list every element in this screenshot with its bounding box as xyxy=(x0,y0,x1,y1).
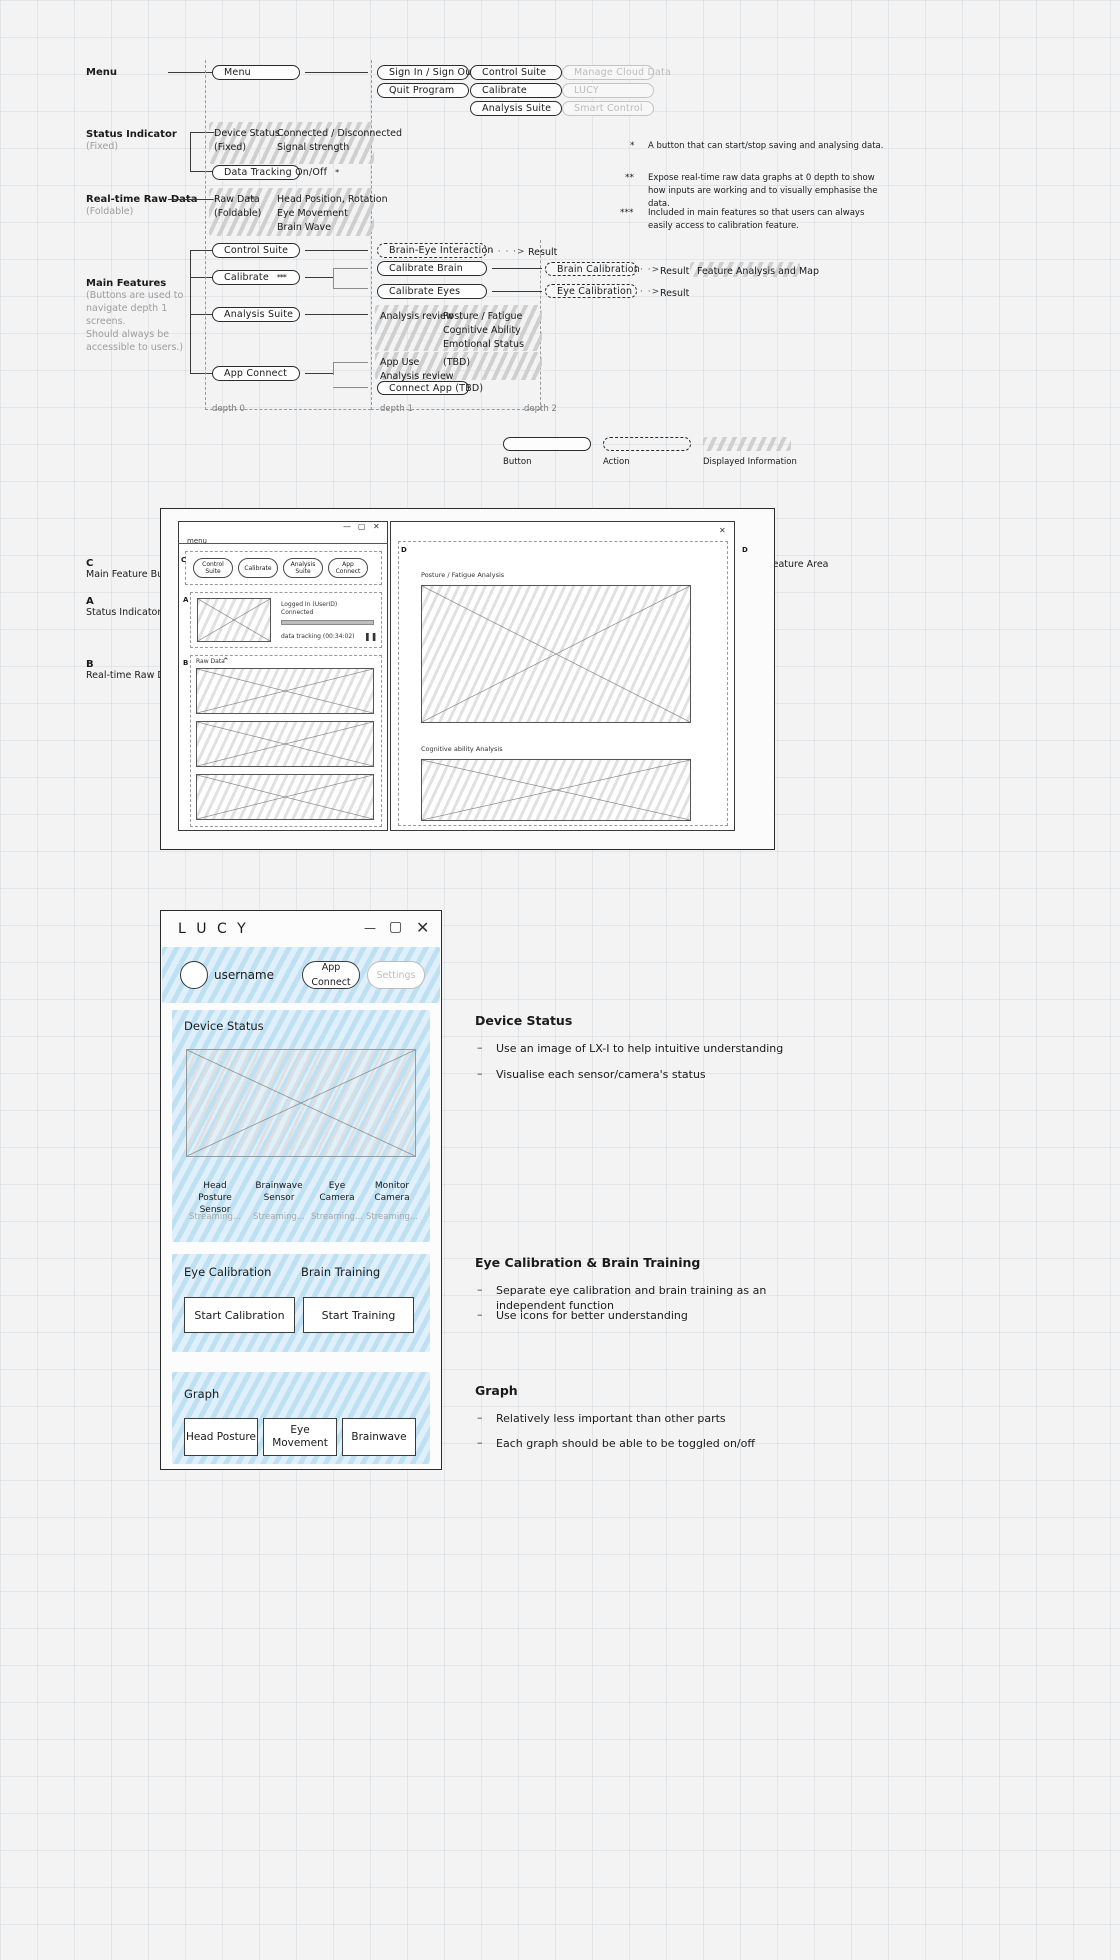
hifi-sensor-1-name: Brainwave Sensor xyxy=(255,1181,303,1203)
hifi-sensor-0-status: Streaming... xyxy=(188,1212,241,1222)
hifi-start-training-label: Start Training xyxy=(321,1308,396,1322)
hifi-sensor-3-status: Streaming... xyxy=(365,1212,418,1222)
hifi-sensor-3-name: Monitor Camera xyxy=(374,1181,410,1203)
hifi-eye-calibration-title: Eye Calibration xyxy=(184,1265,272,1279)
hifi-note-0-dash-1: – xyxy=(477,1067,483,1080)
hifi-note-1-heading: Eye Calibration & Brain Training xyxy=(475,1255,701,1270)
hifi-graph-eye-movement-button[interactable]: Eye Movement xyxy=(263,1418,337,1456)
hifi-maximize-icon[interactable]: ▢ xyxy=(389,919,402,935)
hifi-graph-eye-movement-label: Eye Movement xyxy=(272,1424,328,1449)
hifi-graph-title: Graph xyxy=(184,1387,220,1401)
hifi-note-1-dash-0: – xyxy=(477,1283,483,1296)
hifi-sensor-1-status: Streaming... xyxy=(252,1212,305,1222)
hifi-note-2-heading: Graph xyxy=(475,1383,518,1398)
hifi-start-calibration-label: Start Calibration xyxy=(194,1308,285,1322)
hifi-username: username xyxy=(214,968,274,982)
hifi-device-image xyxy=(186,1049,416,1157)
hifi-graph-brainwave-button[interactable]: Brainwave xyxy=(342,1418,416,1456)
hifi-graph-head-posture-label: Head Posture xyxy=(186,1430,256,1443)
hifi-note-0-dash-0: – xyxy=(477,1041,483,1054)
hifi-note-0-heading: Device Status xyxy=(475,1013,573,1028)
hifi-settings-label: Settings xyxy=(376,969,416,981)
hifi-settings-button[interactable]: Settings xyxy=(367,961,425,989)
hifi-app-connect-button[interactable]: App Connect xyxy=(302,961,360,989)
hifi-start-training-button[interactable]: Start Training xyxy=(303,1297,414,1333)
hifi-graph-brainwave-label: Brainwave xyxy=(351,1430,407,1443)
hifi-device-status-title: Device Status xyxy=(184,1019,264,1033)
hifi-note-2-item-0: Relatively less important than other par… xyxy=(496,1412,726,1425)
hifi-note-1-item-1: Use icons for better understanding xyxy=(496,1309,688,1322)
hifi-note-2-dash-1: – xyxy=(477,1436,483,1449)
hifi-note-0-item-1: Visualise each sensor/camera's status xyxy=(496,1068,706,1081)
hifi-note-2-dash-0: – xyxy=(477,1411,483,1424)
hifi-sensor-2-name: Eye Camera xyxy=(319,1181,355,1203)
hifi-sensor-2-status: Streaming... xyxy=(310,1212,363,1222)
hifi-note-1-dash-1: – xyxy=(477,1308,483,1321)
hifi-note-2-item-1: Each graph should be able to be toggled … xyxy=(496,1437,755,1450)
hifi-start-calibration-button[interactable]: Start Calibration xyxy=(184,1297,295,1333)
hifi-graph-head-posture-button[interactable]: Head Posture xyxy=(184,1418,258,1456)
hifi-note-0-item-0: Use an image of LX-I to help intuitive u… xyxy=(496,1042,784,1055)
hifi-avatar[interactable] xyxy=(180,961,208,989)
hifi-section: L U C Y — ▢ ✕ username App Connect Setti… xyxy=(0,0,1120,1960)
hifi-brain-training-title: Brain Training xyxy=(301,1265,381,1279)
hifi-close-icon[interactable]: ✕ xyxy=(416,918,429,937)
hifi-app-connect-label: App Connect xyxy=(311,962,351,988)
hifi-sensor-0-name: Head Posture Sensor xyxy=(198,1181,232,1215)
hifi-brand-title: L U C Y xyxy=(178,921,249,937)
hifi-minimize-icon[interactable]: — xyxy=(364,921,376,935)
